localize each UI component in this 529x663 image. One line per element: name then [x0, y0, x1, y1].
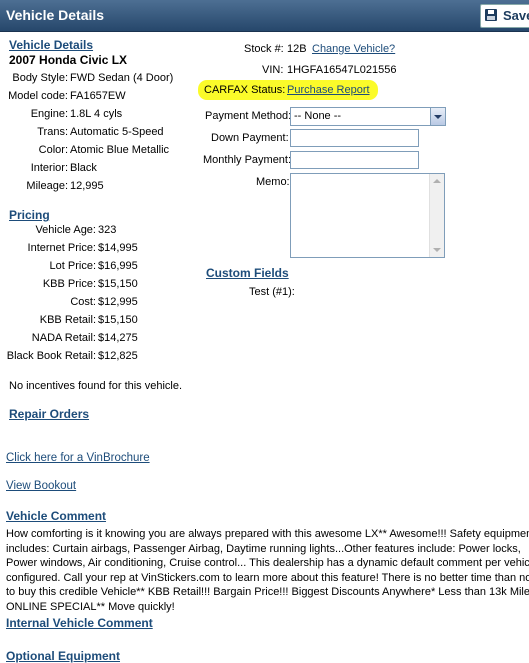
- optional-equipment-heading[interactable]: Optional Equipment: [6, 649, 120, 663]
- custom-field-test-label: Test (#1):: [249, 286, 295, 298]
- price-value: 323: [98, 224, 117, 236]
- monthly-payment-input[interactable]: [290, 151, 419, 169]
- price-label: Lot Price:: [49, 260, 96, 272]
- custom-fields-heading[interactable]: Custom Fields: [206, 266, 289, 280]
- price-value: $12,995: [98, 296, 138, 308]
- field-label: Engine:: [30, 108, 68, 120]
- window-title: Vehicle Details: [6, 7, 105, 23]
- field-value: Automatic 5-Speed: [70, 126, 164, 138]
- field-label: Trans:: [37, 126, 68, 138]
- title-bar: Vehicle Details Save: [0, 0, 529, 32]
- stock-value: 12B: [287, 43, 307, 55]
- incentives-note: No incentives found for this vehicle.: [9, 380, 183, 392]
- field-value: 1.8L 4 cyls: [70, 108, 123, 120]
- payment-method-select[interactable]: -- None --: [290, 107, 446, 126]
- price-value: $16,995: [98, 260, 138, 272]
- field-value: 12,995: [70, 180, 104, 192]
- field-label: Color:: [38, 144, 68, 156]
- vehicle-comment-heading[interactable]: Vehicle Comment: [6, 509, 106, 523]
- memo-textarea[interactable]: [290, 173, 445, 258]
- vinbrochure-link[interactable]: Click here for a VinBrochure: [6, 452, 150, 464]
- price-value: $14,995: [98, 242, 138, 254]
- down-payment-input[interactable]: [290, 129, 419, 147]
- field-label: Interior:: [30, 162, 68, 174]
- price-label: Vehicle Age:: [35, 224, 96, 236]
- pricing-heading[interactable]: Pricing: [9, 208, 50, 222]
- field-value: FA1657EW: [70, 90, 126, 102]
- price-label: Black Book Retail:: [6, 350, 96, 362]
- memo-label: Memo:: [256, 176, 290, 188]
- price-label: NADA Retail:: [31, 332, 96, 344]
- price-value: $12,825: [98, 350, 138, 362]
- field-value: Atomic Blue Metallic: [70, 144, 170, 156]
- price-label: Cost:: [70, 296, 96, 308]
- vin-label: VIN:: [262, 64, 284, 76]
- payment-method-label: Payment Method:: [205, 110, 292, 122]
- payment-method-value: -- None --: [294, 110, 342, 122]
- internal-comment-heading[interactable]: Internal Vehicle Comment: [6, 616, 153, 630]
- price-value: $14,275: [98, 332, 138, 344]
- scroll-up-icon[interactable]: [433, 179, 441, 183]
- down-payment-label: Down Payment:: [211, 132, 289, 144]
- monthly-payment-label: Monthly Payment:: [203, 154, 292, 166]
- field-label: Model code:: [8, 90, 68, 102]
- price-label: KBB Price:: [42, 278, 96, 290]
- price-value: $15,150: [98, 314, 138, 326]
- vehicle-name: 2007 Honda Civic LX: [9, 53, 128, 67]
- vehicle-details-heading[interactable]: Vehicle Details: [9, 38, 93, 52]
- scroll-down-icon[interactable]: [433, 248, 441, 252]
- chevron-down-icon[interactable]: [430, 108, 445, 125]
- vehicle-comment-text: How comforting is it knowing you are alw…: [6, 528, 529, 613]
- price-label: KBB Retail:: [39, 314, 96, 326]
- purchase-report-link[interactable]: Purchase Report: [287, 84, 370, 96]
- price-label: Internet Price:: [27, 242, 96, 254]
- change-vehicle-link[interactable]: Change Vehicle?: [312, 43, 395, 55]
- floppy-disk-icon: [485, 9, 497, 21]
- stock-label: Stock #:: [244, 43, 284, 55]
- vin-value: 1HGFA16547L021556: [287, 64, 397, 76]
- repair-orders-link[interactable]: Repair Orders: [9, 407, 89, 421]
- field-label: Mileage:: [26, 180, 68, 192]
- field-value: Black: [70, 162, 97, 174]
- field-label: Body Style:: [12, 72, 68, 84]
- save-button[interactable]: Save: [480, 4, 529, 28]
- view-bookout-link[interactable]: View Bookout: [6, 480, 76, 492]
- field-value: FWD Sedan (4 Door): [70, 72, 174, 84]
- save-button-label: Save: [503, 8, 529, 23]
- memo-scrollbar[interactable]: [429, 174, 444, 257]
- price-value: $15,150: [98, 278, 138, 290]
- carfax-label: CARFAX Status:: [204, 84, 286, 96]
